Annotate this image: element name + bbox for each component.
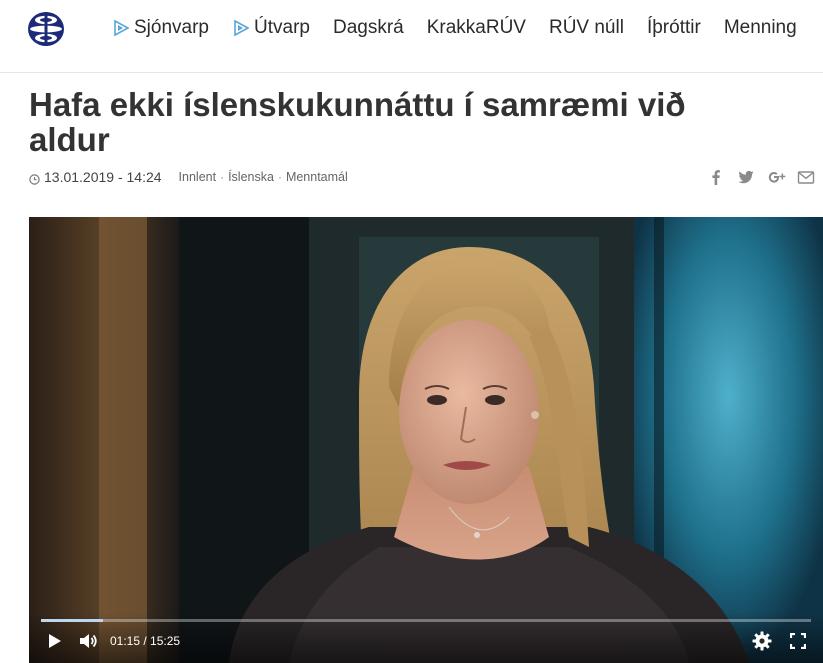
nav-item-label: Sjónvarp xyxy=(134,17,209,38)
time-display: 01:15 / 15:25 xyxy=(110,634,180,648)
tag-separator: · xyxy=(220,170,225,184)
time-separator: / xyxy=(140,634,151,648)
nav-item-label: Dagskrá xyxy=(332,17,404,38)
tag-link-innlent[interactable]: Innlent xyxy=(179,170,217,184)
nav-item-label: Útvarp xyxy=(254,17,310,38)
fullscreen-button[interactable] xyxy=(789,632,807,654)
play-button[interactable] xyxy=(48,633,62,654)
article-meta: 13.01.2019 - 14:24 Innlent · Íslenska · … xyxy=(29,169,348,185)
volume-icon xyxy=(80,634,97,648)
tag-link-islenska[interactable]: Íslenska xyxy=(228,170,274,184)
site-header: Sjónvarp Útvarp Dagskrá KrakkaRÚV RÚV nú… xyxy=(0,0,823,73)
current-time: 01:15 xyxy=(110,634,141,648)
main-nav: Sjónvarp Útvarp Dagskrá KrakkaRÚV RÚV nú… xyxy=(112,17,820,39)
volume-button[interactable] xyxy=(79,632,99,655)
video-frame-image xyxy=(29,217,823,663)
play-icon xyxy=(49,634,61,648)
video-controls: 01:15 / 15:25 xyxy=(29,613,823,663)
settings-button[interactable] xyxy=(752,631,772,656)
facebook-icon[interactable] xyxy=(707,168,725,186)
tag-link-menntamal[interactable]: Menntamál xyxy=(286,170,348,184)
article-date: 13.01.2019 - 14:24 xyxy=(44,169,162,185)
share-bar xyxy=(695,168,815,186)
twitter-icon[interactable] xyxy=(737,168,755,186)
article-title: Hafa ekki íslenskukunnáttu í samræmi við… xyxy=(29,86,686,158)
play-icon xyxy=(112,19,130,37)
email-icon[interactable] xyxy=(797,168,815,186)
nav-item-sjonvarp[interactable]: Sjónvarp xyxy=(112,17,209,39)
gear-icon xyxy=(752,631,772,651)
duration: 15:25 xyxy=(150,634,181,648)
nav-item-krakkaruv[interactable]: KrakkaRÚV xyxy=(427,17,526,39)
nav-item-ithrottir[interactable]: Íþróttir xyxy=(647,17,701,39)
nav-item-label: RÚV núll xyxy=(548,17,624,38)
play-icon xyxy=(232,19,250,37)
progress-bar-fill xyxy=(41,619,104,622)
nav-item-ruv-null[interactable]: RÚV núll xyxy=(549,17,624,39)
video-player[interactable]: 01:15 / 15:25 xyxy=(29,217,823,663)
nav-item-menning[interactable]: Menning xyxy=(724,17,797,39)
nav-item-dagskra[interactable]: Dagskrá xyxy=(333,17,404,39)
clock-icon xyxy=(29,172,40,185)
nav-item-utvarp[interactable]: Útvarp xyxy=(232,17,310,39)
nav-item-label: KrakkaRÚV xyxy=(426,17,526,38)
google-plus-icon[interactable] xyxy=(767,168,786,186)
tag-separator: · xyxy=(277,170,282,184)
fullscreen-icon xyxy=(789,632,807,650)
nav-item-label: Íþróttir xyxy=(646,17,701,38)
ruv-logo-icon[interactable] xyxy=(26,10,66,48)
progress-bar[interactable] xyxy=(41,619,811,622)
nav-item-label: Menning xyxy=(723,17,797,38)
